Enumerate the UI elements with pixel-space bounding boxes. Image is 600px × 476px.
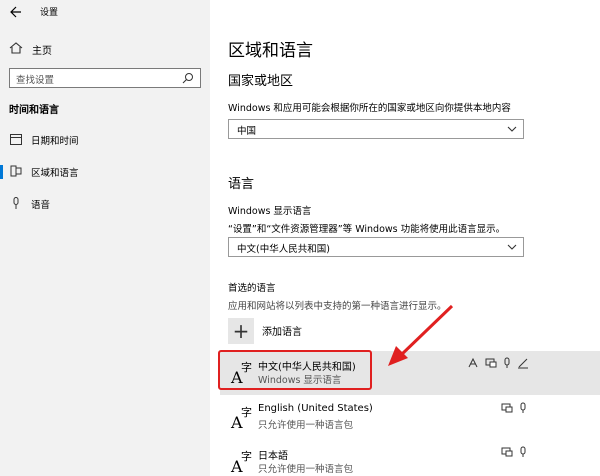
country-heading: 国家或地区 <box>228 74 294 89</box>
display-icon <box>501 447 513 457</box>
region-icon <box>10 165 22 177</box>
title-bar: 设置 <box>0 0 210 24</box>
svg-text:字: 字 <box>241 449 252 463</box>
annotation-highlight-box <box>218 350 372 390</box>
home-icon <box>9 42 23 54</box>
page-title: 区域和语言 <box>228 41 313 61</box>
country-value: 中国 <box>237 126 257 137</box>
search-icon <box>182 73 193 84</box>
display-icon <box>485 358 497 368</box>
country-description: Windows 和应用可能会根据你所在的国家或地区向你提供本地内容 <box>228 103 511 114</box>
display-language-value: 中文(中华人民共和国) <box>237 244 330 255</box>
back-button[interactable] <box>8 4 24 20</box>
microphone-icon <box>13 197 19 209</box>
language-status: 只允许使用一种语言包 <box>258 464 354 475</box>
sidebar: 设置 主页 查找设置 时间和语言 日期和时间 区域和语言 语音 <box>0 0 210 476</box>
display-language-select[interactable]: 中文(中华人民共和国) <box>228 237 524 257</box>
home-link[interactable]: 主页 <box>8 40 198 58</box>
home-label: 主页 <box>32 46 52 57</box>
main-content: 区域和语言 国家或地区 Windows 和应用可能会根据你所在的国家或地区向你提… <box>210 0 600 476</box>
language-heading: 语言 <box>228 177 255 192</box>
add-language-label: 添加语言 <box>262 327 302 338</box>
chevron-down-icon <box>507 244 517 250</box>
language-item-english[interactable]: A 字 English (United States) 只允许使用一种语言包 <box>220 396 600 440</box>
language-item-japanese[interactable]: A 字 日本語 只允许使用一种语言包 <box>220 440 600 476</box>
display-icon <box>501 403 513 413</box>
back-arrow-icon <box>10 6 21 18</box>
language-name: English (United States) <box>258 403 373 414</box>
language-status: 只允许使用一种语言包 <box>258 420 354 431</box>
sidebar-item-label: 日期和时间 <box>31 136 79 147</box>
speech-icon <box>504 357 510 368</box>
language-name: 日本語 <box>258 451 288 462</box>
svg-text:字: 字 <box>241 405 252 419</box>
handwriting-icon <box>518 358 528 369</box>
preferred-language-label: 首选的语言 <box>228 283 276 294</box>
chevron-down-icon <box>507 126 517 132</box>
sidebar-item-label: 语音 <box>31 200 51 211</box>
language-glyph-icon: A 字 <box>230 449 252 476</box>
section-title: 时间和语言 <box>9 105 59 116</box>
plus-icon: + <box>228 318 254 344</box>
calendar-icon <box>10 134 22 145</box>
display-language-description: “设置”和“文件资源管理器”等 Windows 功能将使用此语言显示。 <box>228 224 506 235</box>
app-title: 设置 <box>40 8 59 18</box>
search-placeholder: 查找设置 <box>16 75 55 86</box>
sidebar-item-region-language[interactable]: 区域和语言 <box>0 161 210 183</box>
language-pack-icon <box>468 357 478 368</box>
sidebar-item-label: 区域和语言 <box>31 168 79 179</box>
sidebar-item-speech[interactable]: 语音 <box>0 193 210 215</box>
sidebar-item-date-time[interactable]: 日期和时间 <box>0 129 210 151</box>
speech-icon <box>520 446 526 457</box>
display-language-label: Windows 显示语言 <box>228 206 312 217</box>
speech-icon <box>520 402 526 413</box>
annotation-arrow-icon <box>388 304 454 366</box>
language-glyph-icon: A 字 <box>230 405 252 432</box>
selected-indicator <box>0 165 3 179</box>
search-input[interactable]: 查找设置 <box>9 68 201 88</box>
country-select[interactable]: 中国 <box>228 119 524 139</box>
